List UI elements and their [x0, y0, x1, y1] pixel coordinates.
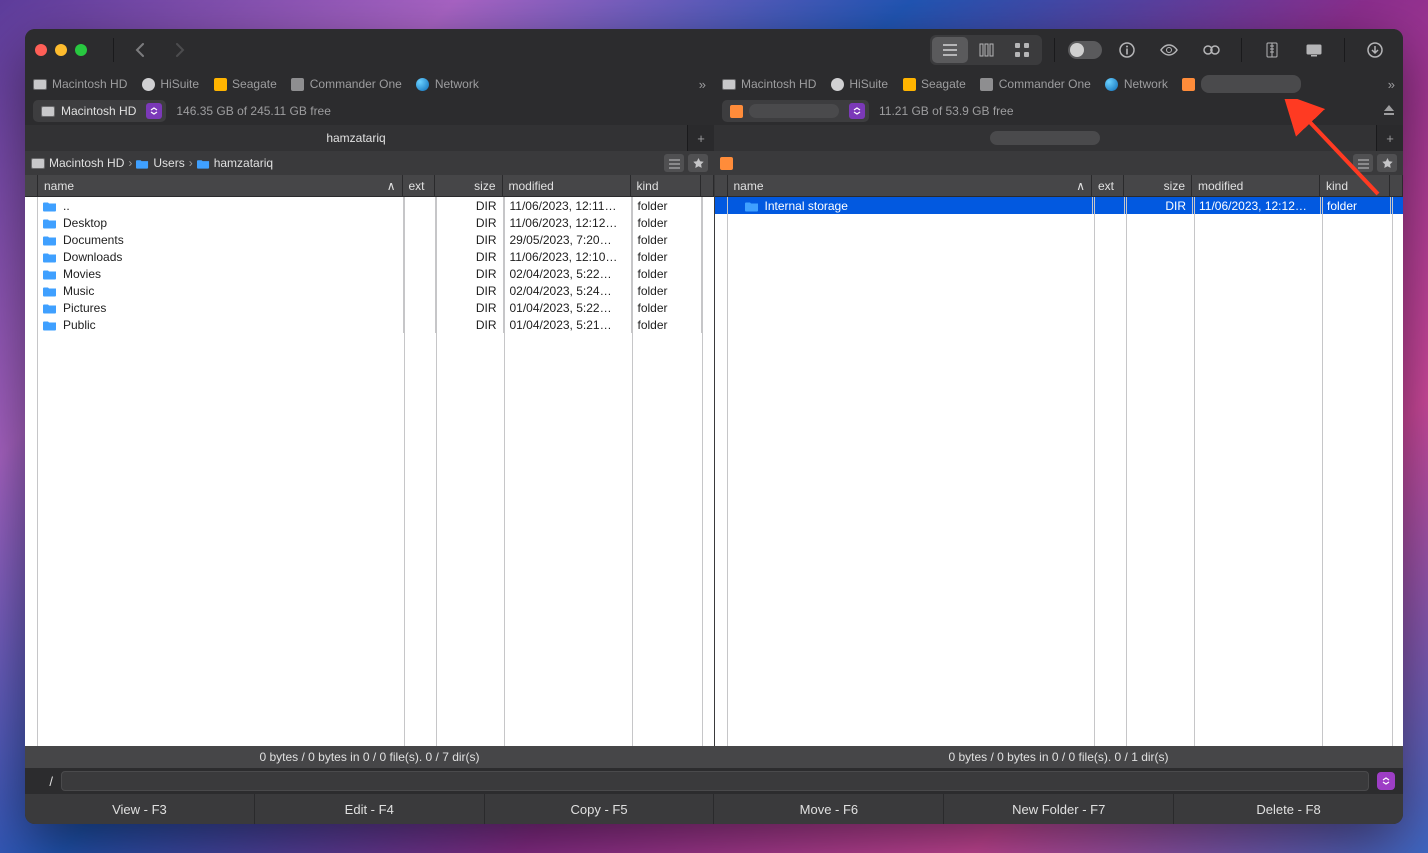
tab-right[interactable]: [714, 125, 1377, 151]
table-row[interactable]: DownloadsDIR11/06/2023, 12:10…folder: [25, 248, 714, 265]
fav-hisuite[interactable]: HiSuite: [141, 77, 199, 91]
col-kind[interactable]: kind: [631, 175, 701, 196]
fn-row: View - F3 Edit - F4 Copy - F5 Move - F6 …: [25, 794, 1403, 824]
zoom-window-button[interactable]: [75, 44, 87, 56]
col-name[interactable]: name∧: [38, 175, 403, 196]
crumb-root[interactable]: Macintosh HD›: [31, 156, 132, 170]
nav-forward-button[interactable]: [160, 36, 200, 64]
tab-add-right[interactable]: +: [1377, 125, 1403, 151]
archive-icon[interactable]: [1254, 37, 1290, 63]
search-icon[interactable]: [1193, 37, 1229, 63]
eject-icon[interactable]: [1383, 104, 1395, 119]
chevron-updown-icon: [849, 103, 865, 119]
view-columns-icon[interactable]: [968, 37, 1004, 63]
table-row[interactable]: ..DIR11/06/2023, 12:11…folder: [25, 197, 714, 214]
path-list-icon-r[interactable]: [1353, 154, 1373, 172]
disk-selector-right[interactable]: [722, 100, 869, 122]
hidden-files-toggle[interactable]: [1067, 37, 1103, 63]
command-row: /: [25, 768, 1403, 794]
favorites-bar: Macintosh HD HiSuite Seagate Commander O…: [25, 71, 1403, 97]
fav-macintosh-hd-r[interactable]: Macintosh HD: [722, 77, 816, 91]
col-modified[interactable]: modified: [503, 175, 631, 196]
fav-seagate-r[interactable]: Seagate: [902, 77, 966, 91]
fav-device-r[interactable]: [1182, 75, 1301, 93]
fn-edit[interactable]: Edit - F4: [255, 794, 485, 824]
view-list-icon[interactable]: [932, 37, 968, 63]
columns-header-left: name∧ ext size modified kind: [25, 175, 714, 197]
panes: name∧ ext size modified kind ..DIR11/06/…: [25, 175, 1403, 746]
titlebar: [25, 29, 1403, 71]
table-row[interactable]: DocumentsDIR29/05/2023, 7:20…folder: [25, 231, 714, 248]
download-icon[interactable]: [1357, 37, 1393, 63]
preview-icon[interactable]: [1151, 37, 1187, 63]
col-modified-r[interactable]: modified: [1192, 175, 1320, 196]
view-mode-segment: [930, 35, 1042, 65]
tabs-row: hamzatariq + +: [25, 125, 1403, 151]
breadcrumb-right: [714, 151, 1403, 175]
pane-right: name∧ ext size modified kind Internal st…: [715, 175, 1404, 746]
col-ext-r[interactable]: ext: [1092, 175, 1124, 196]
path-list-icon[interactable]: [664, 154, 684, 172]
path-row: Macintosh HD› Users› hamzatariq: [25, 151, 1403, 175]
nav-back-button[interactable]: [120, 36, 160, 64]
cmd-path-label: /: [33, 774, 53, 789]
minimize-window-button[interactable]: [55, 44, 67, 56]
disk-free-right: 11.21 GB of 53.9 GB free: [879, 104, 1014, 118]
command-history-button[interactable]: [1377, 772, 1395, 790]
col-name-r[interactable]: name∧: [728, 175, 1093, 196]
favorites-right: Macintosh HD HiSuite Seagate Commander O…: [714, 71, 1403, 97]
view-grid-icon[interactable]: [1004, 37, 1040, 63]
fav-macintosh-hd[interactable]: Macintosh HD: [33, 77, 127, 91]
pane-left: name∧ ext size modified kind ..DIR11/06/…: [25, 175, 715, 746]
disk-selector-left[interactable]: Macintosh HD: [33, 100, 166, 122]
info-icon[interactable]: [1109, 37, 1145, 63]
col-ext[interactable]: ext: [403, 175, 435, 196]
file-list-right[interactable]: Internal storageDIR11/06/2023, 12:12…fol…: [715, 197, 1404, 746]
col-kind-r[interactable]: kind: [1320, 175, 1390, 196]
table-row[interactable]: Internal storageDIR11/06/2023, 12:12…fol…: [715, 197, 1404, 214]
fn-delete[interactable]: Delete - F8: [1174, 794, 1403, 824]
window-controls: [35, 44, 87, 56]
connections-icon[interactable]: [1296, 37, 1332, 63]
tab-left[interactable]: hamzatariq: [25, 125, 688, 151]
disk-bar: Macintosh HD 146.35 GB of 245.11 GB free…: [25, 97, 1403, 125]
columns-header-right: name∧ ext size modified kind: [715, 175, 1404, 197]
fn-view[interactable]: View - F3: [25, 794, 255, 824]
file-list-left[interactable]: ..DIR11/06/2023, 12:11…folderDesktopDIR1…: [25, 197, 714, 746]
fn-move[interactable]: Move - F6: [714, 794, 944, 824]
fav-seagate[interactable]: Seagate: [213, 77, 277, 91]
col-size[interactable]: size: [435, 175, 503, 196]
path-star-icon[interactable]: [688, 154, 708, 172]
table-row[interactable]: DesktopDIR11/06/2023, 12:12…folder: [25, 214, 714, 231]
table-row[interactable]: PublicDIR01/04/2023, 5:21…folder: [25, 316, 714, 333]
fav-commander-one[interactable]: Commander One: [291, 77, 402, 91]
app-window: Macintosh HD HiSuite Seagate Commander O…: [25, 29, 1403, 824]
table-row[interactable]: MusicDIR02/04/2023, 5:24…folder: [25, 282, 714, 299]
fav-overflow-right[interactable]: »: [1388, 77, 1395, 92]
status-row: 0 bytes / 0 bytes in 0 / 0 file(s). 0 / …: [25, 746, 1403, 768]
col-size-r[interactable]: size: [1124, 175, 1192, 196]
crumb-users[interactable]: Users›: [136, 156, 192, 170]
status-left: 0 bytes / 0 bytes in 0 / 0 file(s). 0 / …: [25, 746, 714, 768]
fav-hisuite-r[interactable]: HiSuite: [830, 77, 888, 91]
fav-overflow-left[interactable]: »: [699, 77, 706, 92]
breadcrumb-left: Macintosh HD› Users› hamzatariq: [25, 151, 714, 175]
fav-network-r[interactable]: Network: [1105, 77, 1168, 91]
path-star-icon-r[interactable]: [1377, 154, 1397, 172]
favorites-left: Macintosh HD HiSuite Seagate Commander O…: [25, 71, 714, 97]
status-right: 0 bytes / 0 bytes in 0 / 0 file(s). 0 / …: [714, 746, 1403, 768]
fn-copy[interactable]: Copy - F5: [485, 794, 715, 824]
fav-commander-one-r[interactable]: Commander One: [980, 77, 1091, 91]
fn-newfolder[interactable]: New Folder - F7: [944, 794, 1174, 824]
chevron-updown-icon: [146, 103, 162, 119]
table-row[interactable]: PicturesDIR01/04/2023, 5:22…folder: [25, 299, 714, 316]
tab-add-left[interactable]: +: [688, 125, 714, 151]
close-window-button[interactable]: [35, 44, 47, 56]
table-row[interactable]: MoviesDIR02/04/2023, 5:22…folder: [25, 265, 714, 282]
crumb-current[interactable]: hamzatariq: [197, 156, 273, 170]
disk-free-left: 146.35 GB of 245.11 GB free: [176, 104, 331, 118]
command-input[interactable]: [61, 771, 1369, 791]
crumb-device[interactable]: [720, 157, 733, 170]
fav-network[interactable]: Network: [416, 77, 479, 91]
